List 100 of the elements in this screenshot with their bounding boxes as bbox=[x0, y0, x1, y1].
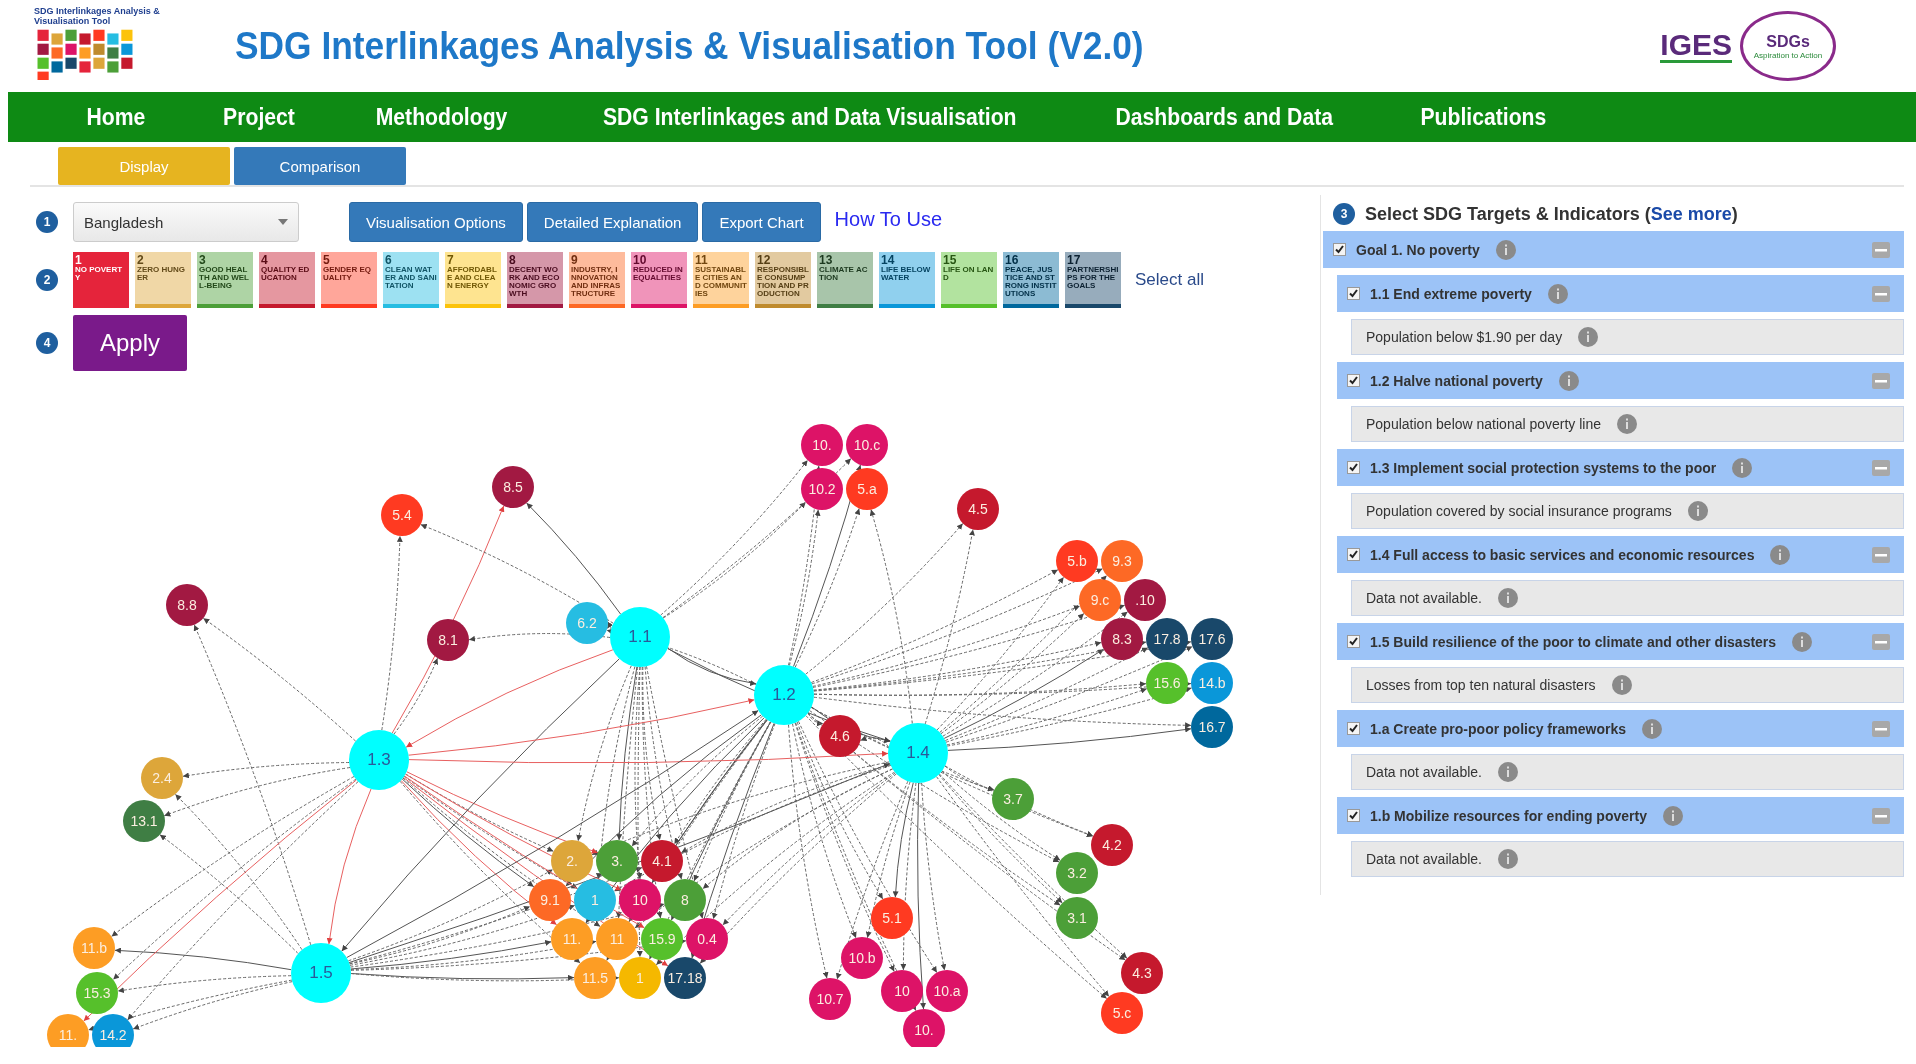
indicator-row[interactable]: Data not available. bbox=[1351, 841, 1904, 877]
target-row[interactable]: 1.1 End extreme poverty bbox=[1337, 275, 1904, 312]
node-label: 17.6 bbox=[1198, 631, 1226, 647]
node-label: 1.1 bbox=[628, 627, 652, 646]
sdg-goal-tile[interactable]: 14 LIFE BELOW WATER bbox=[879, 252, 935, 308]
node-label: 11. bbox=[562, 931, 582, 947]
target-row[interactable]: 1.b Mobilize resources for ending poverty bbox=[1337, 797, 1904, 834]
partner-logo-text: IGES bbox=[1660, 29, 1732, 63]
node-label: 4.1 bbox=[652, 853, 672, 869]
toolbar-button[interactable]: Export Chart bbox=[702, 202, 821, 242]
nav-link[interactable]: Methodology bbox=[342, 103, 541, 131]
node-label: 17.8 bbox=[1153, 631, 1181, 647]
indicator-row[interactable]: Data not available. bbox=[1351, 754, 1904, 790]
sdg-goal-tile[interactable]: 7 AFFORDABLE AND CLEAN ENERGY bbox=[445, 252, 501, 308]
node-label: 11.5 bbox=[581, 970, 609, 986]
target-row[interactable]: 1.3 Implement social protection systems to the poor bbox=[1337, 449, 1904, 486]
indicator-row[interactable]: Population below $1.90 per day bbox=[1351, 319, 1904, 355]
node-label: 15.3 bbox=[83, 985, 111, 1001]
goal-row[interactable]: Goal 1. No poverty bbox=[1323, 231, 1904, 268]
nav-link[interactable]: Publications bbox=[1387, 103, 1580, 131]
sdg-goal-tile[interactable]: 10 REDUCED INEQUALITIES bbox=[631, 252, 687, 308]
node-label: 14.2 bbox=[99, 1027, 127, 1043]
step-number-badge: 1 bbox=[36, 211, 58, 233]
nav-link[interactable]: Project bbox=[189, 103, 328, 131]
help-link[interactable]: How To Use bbox=[834, 207, 943, 231]
indicator-row[interactable]: Losses from top ten natural disasters bbox=[1351, 667, 1904, 703]
sdg-goal-tile[interactable]: 4 QUALITY EDUCATION bbox=[259, 252, 315, 308]
node-label: 11. bbox=[58, 1027, 78, 1043]
step-number-badge: 2 bbox=[36, 269, 58, 291]
panel-title: Select SDG Targets & Indicators (See more) bbox=[1365, 203, 1738, 225]
target-row[interactable]: 1.a Create pro-poor policy frameworks bbox=[1337, 710, 1904, 747]
sdg-goal-tile[interactable]: 9 INDUSTRY, INNOVATION AND INFRASTRUCTURE bbox=[569, 252, 625, 308]
node-label: 8.3 bbox=[1112, 631, 1132, 647]
sdg-goal-tile[interactable]: 12 RESPONSIBLE CONSUMPTION AND PRODUCTION bbox=[755, 252, 811, 308]
logo-caption: SDG Interlinkages Analysis & Visualisation Tool bbox=[33, 6, 161, 26]
node-label: 11.b bbox=[80, 940, 108, 956]
app-title: SDG Interlinkages Analysis & Visualisation Tool (V2.0) bbox=[235, 24, 1144, 68]
node-label: 10.b bbox=[848, 950, 876, 966]
node-label: 8.8 bbox=[177, 597, 197, 613]
node-label: 3.1 bbox=[1067, 910, 1087, 926]
node-label: 10.7 bbox=[816, 991, 844, 1007]
node-label: 10 bbox=[894, 983, 910, 999]
toolbar-button[interactable]: Visualisation Options bbox=[349, 202, 523, 242]
target-row[interactable]: 1.4 Full access to basic services and economic resources bbox=[1337, 536, 1904, 573]
node-label: 1 bbox=[636, 970, 644, 986]
node-label: 4.2 bbox=[1102, 837, 1122, 853]
sdg-goal-tile[interactable]: 5 GENDER EQUALITY bbox=[321, 252, 377, 308]
node-label: 2. bbox=[566, 853, 578, 869]
node-label: 4.5 bbox=[968, 501, 988, 517]
step-number-badge: 4 bbox=[36, 332, 58, 354]
view-tab[interactable]: Comparison bbox=[234, 147, 406, 185]
see-more-link[interactable]: See more bbox=[1650, 203, 1732, 224]
node-label: .10 bbox=[1135, 592, 1155, 608]
step-number-badge: 3 bbox=[1333, 203, 1355, 225]
node-label: 1.4 bbox=[906, 743, 930, 762]
node-label: 11 bbox=[609, 931, 625, 947]
sdg-goal-tile[interactable]: 16 PEACE, JUSTICE AND STRONG INSTITUTIONS bbox=[1003, 252, 1059, 308]
sdg-goal-tile[interactable]: 11 SUSTAINABLE CITIES AND COMMUNITIES bbox=[693, 252, 749, 308]
node-label: 17.18 bbox=[667, 970, 703, 986]
target-row[interactable]: 1.2 Halve national poverty bbox=[1337, 362, 1904, 399]
node-label: 9.c bbox=[1090, 592, 1110, 608]
country-dropdown[interactable]: Bangladesh bbox=[73, 202, 299, 242]
node-label: 1.3 bbox=[367, 750, 391, 769]
node-label: 5.b bbox=[1067, 553, 1087, 569]
sdg-goal-tile[interactable]: 13 CLIMATE ACTION bbox=[817, 252, 873, 308]
sdg-goal-tile[interactable]: 17 PARTNERSHIPS FOR THE GOALS bbox=[1065, 252, 1121, 308]
node-label: 1 bbox=[591, 892, 599, 908]
apply-button[interactable]: Apply bbox=[73, 315, 187, 371]
node-label: 2.4 bbox=[152, 770, 172, 786]
node-label: 15.9 bbox=[648, 931, 676, 947]
node-label: 5.4 bbox=[392, 507, 412, 523]
toolbar-button[interactable]: Detailed Explanation bbox=[526, 202, 699, 242]
node-label: 15.6 bbox=[1153, 675, 1181, 691]
sdg-goal-tile[interactable]: 3 GOOD HEALTH AND WELL-BEING bbox=[197, 252, 253, 308]
indicator-row[interactable]: Data not available. bbox=[1351, 580, 1904, 616]
select-all-link[interactable]: Select all bbox=[1135, 270, 1204, 290]
indicator-row[interactable]: Population below national poverty line bbox=[1351, 406, 1904, 442]
sdg-goal-tile[interactable]: 2 ZERO HUNGER bbox=[135, 252, 191, 308]
node-label: 8.5 bbox=[503, 479, 523, 495]
node-label: 3.2 bbox=[1067, 865, 1087, 881]
node-label: 3. bbox=[611, 853, 623, 869]
nav-link[interactable]: Home bbox=[53, 103, 179, 131]
node-label: 1.5 bbox=[309, 963, 333, 982]
nav-link[interactable]: SDG Interlinkages and Data Visualisation bbox=[569, 103, 1050, 131]
sdgs-badge: SDGs Aspiration to Action bbox=[1740, 11, 1836, 81]
node-label: 10. bbox=[812, 437, 832, 453]
sdg-goal-tile[interactable]: 8 DECENT WORK AND ECONOMIC GROWTH bbox=[507, 252, 563, 308]
nav-link[interactable]: Dashboards and Data bbox=[1082, 103, 1367, 131]
node-label: 4.3 bbox=[1132, 965, 1152, 981]
node-label: 16.7 bbox=[1198, 719, 1226, 735]
target-row[interactable]: 1.5 Build resilience of the poor to climate and other disasters bbox=[1337, 623, 1904, 660]
node-label: 13.1 bbox=[130, 813, 158, 829]
node-label: 9.1 bbox=[540, 892, 560, 908]
sdg-goal-tile[interactable]: 15 LIFE ON LAND bbox=[941, 252, 997, 308]
node-label: 10.a bbox=[933, 983, 961, 999]
indicator-row[interactable]: Population covered by social insurance programs bbox=[1351, 493, 1904, 529]
sdg-goal-tile[interactable]: 6 CLEAN WATER AND SANITATION bbox=[383, 252, 439, 308]
node-label: 14.b bbox=[1198, 675, 1226, 691]
node-label: 4.6 bbox=[830, 728, 850, 744]
sdg-goal-tile[interactable]: 1 NO POVERTY bbox=[73, 252, 129, 308]
